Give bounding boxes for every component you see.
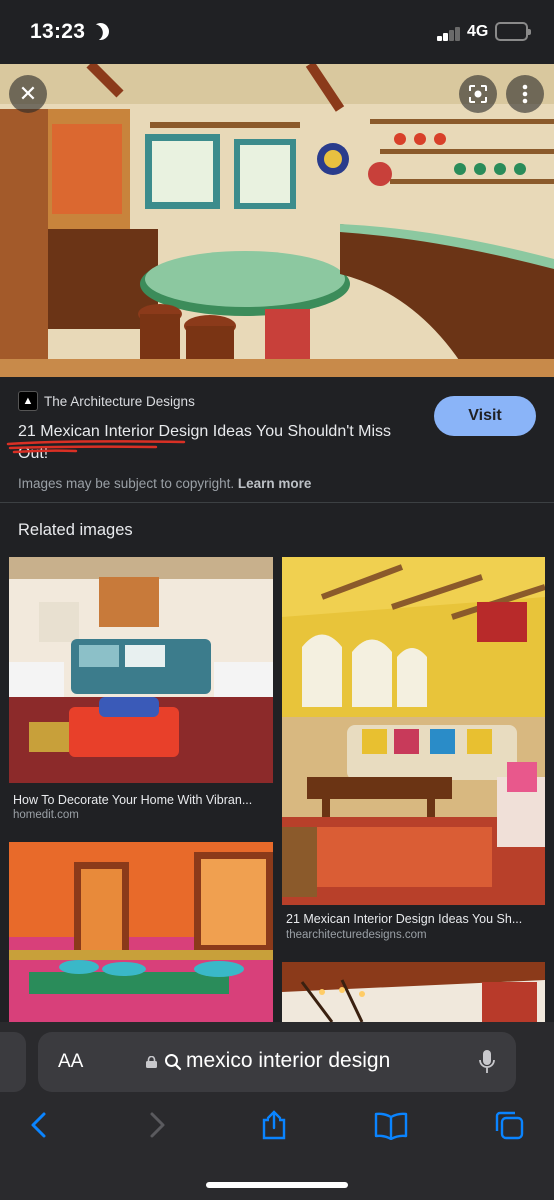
forward-icon[interactable]: [148, 1110, 168, 1140]
related-images-heading: Related images: [18, 521, 133, 539]
lens-icon[interactable]: [459, 75, 497, 113]
related-image-2: [282, 557, 545, 905]
address-text[interactable]: mexico interior design: [186, 1049, 390, 1073]
copyright-text: Images may be subject to copyright.: [18, 476, 235, 491]
status-time: 13:23: [30, 20, 86, 43]
address-bar[interactable]: AA mexico interior design: [38, 1032, 516, 1092]
red-underline-annotation: [6, 440, 186, 454]
back-icon[interactable]: [28, 1110, 48, 1140]
source-name: The Architecture Designs: [44, 393, 195, 409]
preview-image[interactable]: ✕: [0, 64, 554, 377]
site-logo-icon: ▲: [18, 391, 38, 411]
microphone-icon[interactable]: [478, 1048, 496, 1076]
source-row[interactable]: ▲ The Architecture Designs: [18, 391, 195, 411]
visit-button[interactable]: Visit: [434, 396, 536, 436]
close-icon[interactable]: ✕: [9, 75, 47, 113]
status-bar: 13:23 4G: [0, 0, 554, 64]
previous-tab-preview[interactable]: [0, 1032, 26, 1092]
related-image-3: [9, 842, 273, 1022]
battery-icon: [495, 22, 531, 41]
related-image-1: [9, 557, 273, 783]
related-card-3[interactable]: [9, 842, 273, 1022]
network-label: 4G: [467, 23, 489, 40]
browser-toolbar: AA mexico interior design: [0, 1022, 554, 1200]
moon-icon: [89, 20, 112, 43]
lock-icon: [146, 1056, 157, 1068]
related-card-2[interactable]: 21 Mexican Interior Design Ideas You Sh.…: [282, 557, 545, 947]
learn-more-link[interactable]: Learn more: [238, 476, 312, 491]
related-title-1: How To Decorate Your Home With Vibran...: [13, 793, 253, 807]
related-image-4: [282, 962, 545, 1022]
bookmarks-icon[interactable]: [374, 1110, 408, 1140]
related-title-2: 21 Mexican Interior Design Ideas You Sh.…: [286, 912, 523, 926]
more-vertical-icon[interactable]: [506, 75, 544, 113]
related-site-2: thearchitecturedesigns.com: [286, 929, 427, 941]
related-card-1[interactable]: How To Decorate Your Home With Vibran...…: [9, 557, 273, 827]
home-indicator: [206, 1182, 348, 1188]
reader-options-button[interactable]: AA: [58, 1051, 83, 1073]
share-icon[interactable]: [260, 1110, 288, 1140]
signal-icon: [437, 25, 463, 41]
related-card-4[interactable]: [282, 962, 545, 1022]
divider: [0, 502, 554, 503]
copyright-notice: Images may be subject to copyright. Lear…: [18, 476, 311, 491]
related-site-1: homedit.com: [13, 809, 79, 821]
tabs-icon[interactable]: [493, 1110, 525, 1140]
search-icon: [165, 1054, 182, 1071]
